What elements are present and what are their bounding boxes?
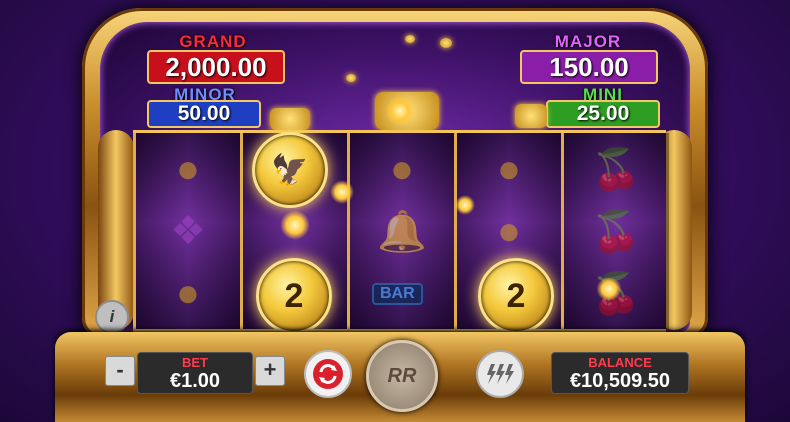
bet-panel: BET €1.00: [137, 352, 253, 394]
coin-pile-icon: [515, 104, 547, 128]
reel-5: 🍒 🍒 🍒: [561, 133, 669, 329]
flying-coin-icon: [405, 35, 415, 43]
sparkle-trail: [385, 96, 415, 126]
info-button[interactable]: i: [95, 300, 129, 334]
bet-value: €1.00: [169, 370, 221, 392]
eagle-coin-icon: 🦅: [252, 132, 328, 208]
major-label: MAJOR: [554, 32, 622, 51]
cherry-icon: 🍒: [591, 209, 641, 254]
bell-icon: 🔔: [377, 209, 427, 254]
mini-value: 25.00: [546, 100, 660, 128]
grand-value: 2,000.00: [147, 50, 285, 84]
bet-plus-button[interactable]: +: [255, 356, 285, 386]
grape-icon: ❖: [170, 209, 206, 253]
spin-button[interactable]: RR: [366, 340, 438, 412]
lemon-icon: ●: [175, 270, 201, 315]
bet-minus-button[interactable]: -: [105, 356, 135, 386]
turbo-button[interactable]: [476, 350, 524, 398]
balance-panel: BALANCE €10,509.50: [551, 352, 689, 394]
coin-value-2a: 2: [256, 258, 332, 334]
lemon-icon: ●: [496, 146, 522, 191]
balance-value: €10,509.50: [569, 370, 671, 392]
flying-coin-icon: [346, 74, 356, 82]
flying-coin-icon: [440, 38, 452, 48]
coin-value-2b: 2: [478, 258, 554, 334]
lemon-icon: ●: [389, 146, 415, 191]
reel-1: ● ❖ ●: [133, 133, 240, 329]
minor-value: 50.00: [147, 100, 261, 128]
sparkle-trail: [280, 210, 310, 240]
reel-3: ● 🔔 BAR: [347, 133, 454, 329]
sparkle-trail: [455, 195, 475, 215]
bar-icon: BAR: [372, 283, 423, 305]
cherry-icon: 🍒: [591, 147, 641, 192]
lightning-icon: [487, 364, 514, 384]
major-value: 150.00: [520, 50, 658, 84]
bet-label: BET: [182, 355, 208, 370]
balance-label: BALANCE: [588, 355, 652, 370]
spin-label: RR: [387, 364, 417, 387]
lemon-icon: ●: [496, 208, 522, 253]
sparkle-trail: [595, 278, 623, 300]
sparkle-trail: [330, 180, 354, 204]
autoplay-button[interactable]: [304, 350, 352, 398]
grand-label: GRAND: [179, 32, 247, 51]
coin-pile-icon: [270, 108, 310, 130]
lemon-icon: ●: [175, 146, 201, 191]
autoplay-icon: [313, 359, 343, 389]
reels-area: ● ❖ ● ● 🔔 BAR ● ● 🍒 🍒 🍒: [133, 130, 669, 332]
